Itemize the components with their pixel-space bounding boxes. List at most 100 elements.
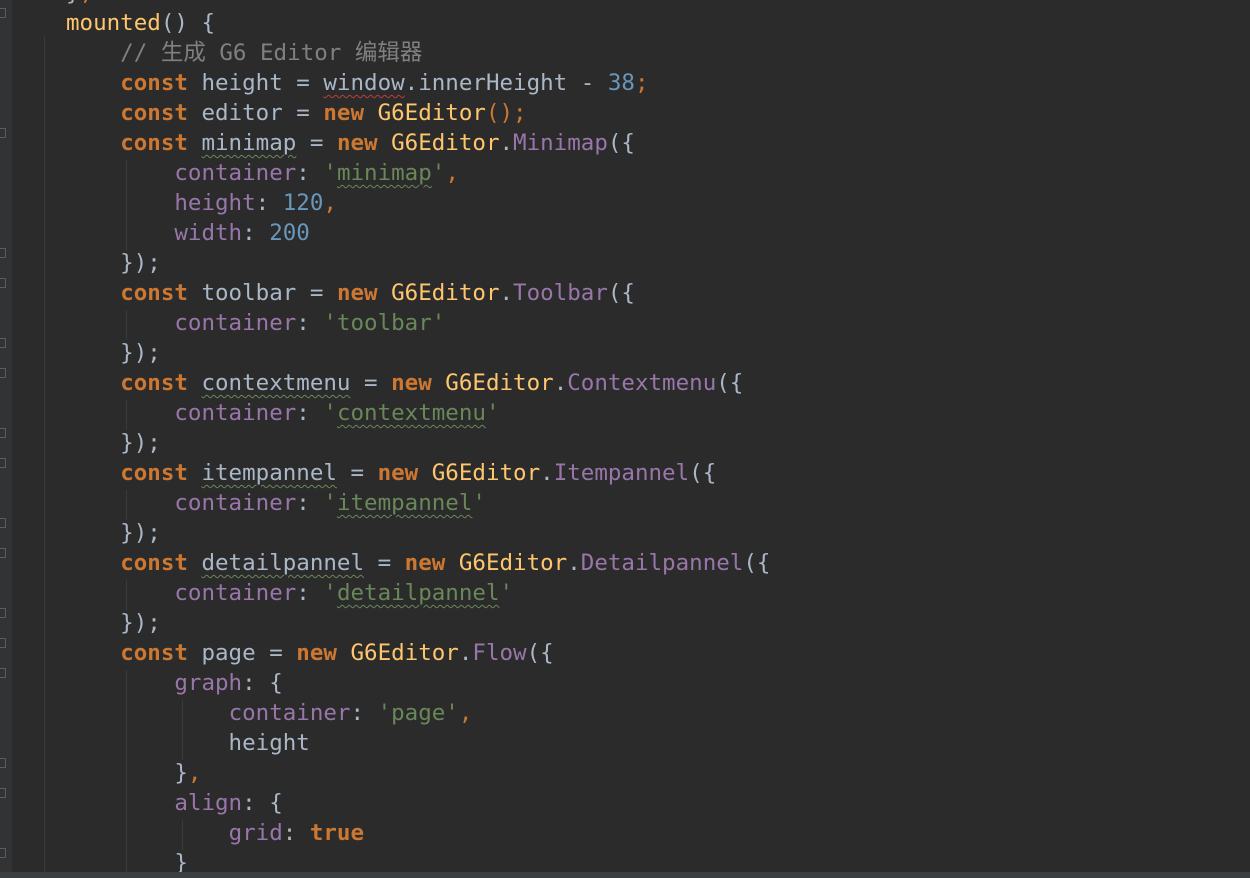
code-token: const (120, 100, 188, 126)
code-token: 120 (282, 190, 324, 216)
code-token: height (174, 190, 256, 216)
code-token: G6Editor (445, 550, 568, 576)
code-line[interactable]: width: 200 (66, 218, 770, 248)
code-line[interactable]: const itempannel = new G6Editor.Itempann… (66, 458, 770, 488)
code-token: }); (66, 610, 161, 636)
code-token: height = (187, 70, 324, 96)
code-token: new (336, 280, 378, 306)
code-token: container (174, 580, 297, 606)
code-line[interactable]: container: 'detailpannel' (66, 578, 770, 608)
code-line[interactable]: mounted() { (66, 8, 770, 38)
fold-icon[interactable] (0, 368, 6, 378)
code-text[interactable]: },mounted() { // 生成 G6 Editor 编辑器 const … (66, 0, 770, 878)
fold-icon[interactable] (0, 128, 6, 138)
code-token: toolbar = (187, 280, 337, 306)
code-token: : (296, 490, 324, 516)
code-editor[interactable]: },mounted() { // 生成 G6 Editor 编辑器 const … (0, 0, 1250, 878)
code-token: const (120, 460, 188, 486)
code-line[interactable]: grid: true (66, 818, 770, 848)
fold-icon[interactable] (0, 848, 6, 858)
code-line[interactable]: }, (66, 0, 770, 8)
code-line[interactable]: container: 'toolbar' (66, 308, 770, 338)
fold-icon[interactable] (0, 518, 6, 528)
code-line[interactable]: // 生成 G6 Editor 编辑器 (66, 38, 770, 68)
code-line[interactable]: const editor = new G6Editor(); (66, 98, 770, 128)
code-token: Itempannel (553, 460, 690, 486)
code-line[interactable]: graph: { (66, 668, 770, 698)
fold-icon[interactable] (0, 638, 6, 648)
code-token: const (120, 130, 188, 156)
fold-icon[interactable] (0, 758, 6, 768)
code-token: editor = (187, 100, 324, 126)
code-line[interactable]: }); (66, 518, 770, 548)
code-token: new (391, 370, 432, 396)
code-token: : (282, 820, 310, 846)
code-token: : (255, 190, 283, 216)
code-token: detailpannel (336, 580, 500, 606)
code-token: = (350, 370, 392, 396)
fold-icon[interactable] (0, 8, 6, 18)
code-line[interactable]: container: 'itempannel' (66, 488, 770, 518)
code-token: grid (228, 820, 283, 846)
code-line[interactable]: }); (66, 428, 770, 458)
code-line[interactable]: height: 120, (66, 188, 770, 218)
code-token: : { (242, 790, 283, 816)
fold-icon[interactable] (0, 548, 6, 558)
code-line[interactable]: height (66, 728, 770, 758)
code-token: itempannel (336, 490, 473, 516)
fold-icon[interactable] (0, 608, 6, 618)
code-line[interactable]: }, (66, 758, 770, 788)
code-line[interactable]: const toolbar = new G6Editor.Toolbar({ (66, 278, 770, 308)
code-token: // 生成 G6 Editor 编辑器 (66, 40, 423, 66)
fold-icon[interactable] (0, 458, 6, 468)
fold-icon[interactable] (0, 338, 6, 348)
fold-icon[interactable] (0, 428, 6, 438)
code-token: , (80, 0, 94, 6)
code-token: new (336, 130, 378, 156)
code-token: mounted (66, 10, 161, 36)
code-token: height (66, 730, 310, 756)
code-token: container (228, 700, 351, 726)
code-line[interactable]: const detailpannel = new G6Editor.Detail… (66, 548, 770, 578)
code-token: . (567, 550, 581, 576)
horizontal-scrollbar[interactable] (0, 872, 1250, 878)
code-token: minimap (336, 160, 432, 186)
code-line[interactable]: }); (66, 338, 770, 368)
code-line[interactable]: container: 'contextmenu' (66, 398, 770, 428)
code-token: }); (66, 520, 161, 546)
fold-icon[interactable] (0, 668, 6, 678)
code-token: 38 (607, 70, 635, 96)
code-token: = (364, 550, 405, 576)
code-line[interactable]: const minimap = new G6Editor.Minimap({ (66, 128, 770, 158)
code-line[interactable]: }); (66, 608, 770, 638)
code-token: align (174, 790, 243, 816)
code-token: ' (499, 580, 514, 606)
code-token: Flow (472, 640, 527, 666)
code-token: G6Editor (431, 370, 554, 396)
code-token: 200 (269, 220, 310, 246)
code-line[interactable]: }); (66, 248, 770, 278)
code-token: . (499, 130, 514, 156)
code-line[interactable]: container: 'page', (66, 698, 770, 728)
code-token: . (499, 280, 514, 306)
code-line[interactable]: const height = window.innerHeight - 38; (66, 68, 770, 98)
code-line[interactable]: const page = new G6Editor.Flow({ (66, 638, 770, 668)
fold-icon[interactable] (0, 248, 6, 258)
fold-icon[interactable] (0, 788, 6, 798)
code-line[interactable]: align: { (66, 788, 770, 818)
fold-icon[interactable] (0, 278, 6, 288)
code-line[interactable]: const contextmenu = new G6Editor.Context… (66, 368, 770, 398)
code-token: ' (323, 490, 337, 516)
code-token: new (296, 640, 337, 666)
code-line[interactable]: container: 'minimap', (66, 158, 770, 188)
code-token: new (404, 550, 446, 576)
